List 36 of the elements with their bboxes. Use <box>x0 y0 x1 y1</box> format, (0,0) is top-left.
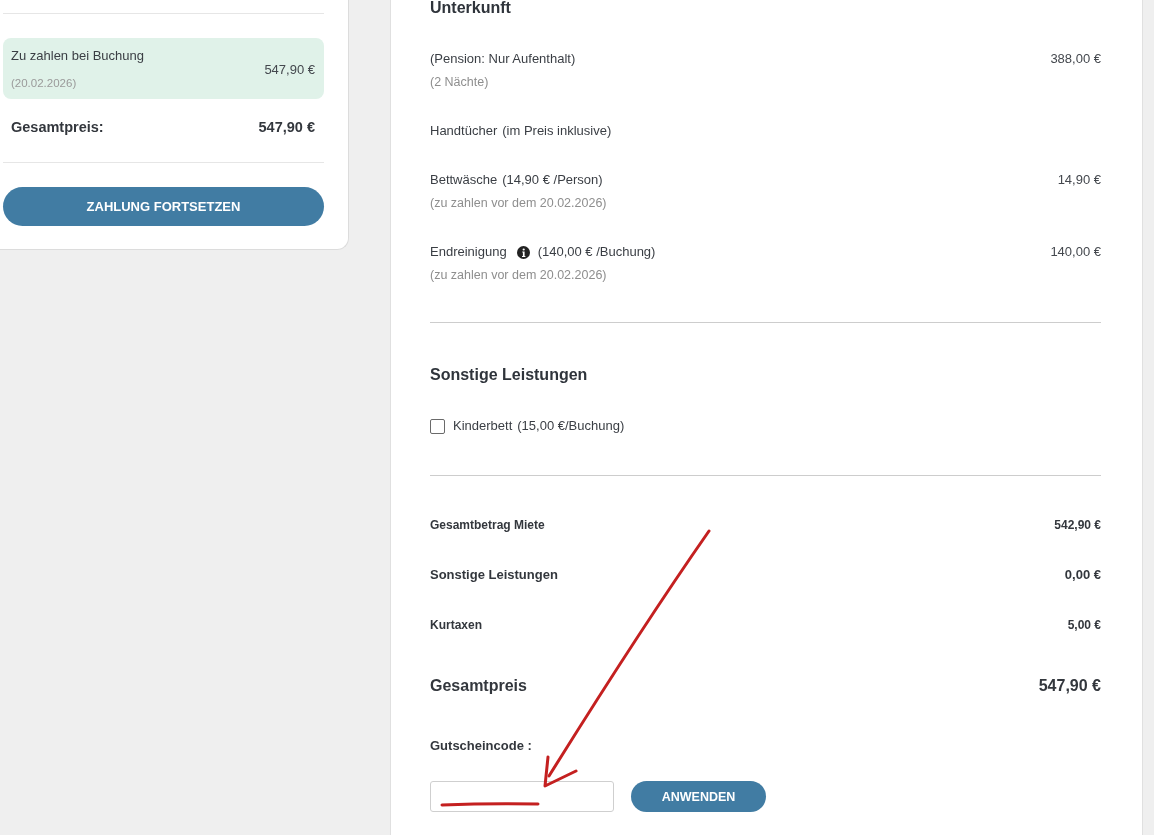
item-amount: 388,00 € <box>1050 50 1101 68</box>
item-rate: (140,00 € /Buchung) <box>537 243 656 261</box>
item-note: (zu zahlen vor dem 20.02.2026) <box>430 267 607 284</box>
due-amount: 547,90 € <box>264 60 315 79</box>
item-name: (Pension: Nur Aufenthalt) <box>430 50 576 68</box>
item-name: Bettwäsche <box>430 171 498 189</box>
section-heading: Unterkunft <box>430 0 511 18</box>
total-amount: 547,90 € <box>258 118 315 137</box>
total-label: Gesamtpreis <box>430 676 527 696</box>
item-amount: 14,90 € <box>1057 171 1101 189</box>
item-name: Handtücher <box>430 122 498 140</box>
total-label: Gesamtpreis: <box>11 118 104 137</box>
option-rate: (15,00 €/Buchung) <box>517 417 625 435</box>
total-amount: 542,90 € <box>1054 517 1101 534</box>
item-rate: (im Preis inklusive) <box>502 122 612 140</box>
item-note: (zu zahlen vor dem 20.02.2026) <box>430 195 607 212</box>
continue-payment-button[interactable]: ZAHLUNG FORTSETZEN <box>3 187 324 226</box>
option-label: Kinderbett <box>453 417 513 435</box>
total-amount: 547,90 € <box>1038 676 1101 696</box>
item-amount: 140,00 € <box>1050 243 1101 261</box>
total-label: Sonstige Leistungen <box>430 566 558 584</box>
due-label: Zu zahlen bei Buchung <box>11 47 144 65</box>
checkbox[interactable] <box>430 418 445 434</box>
due-date: (20.02.2026) <box>11 76 77 91</box>
apply-button[interactable]: ANWENDEN <box>631 781 766 812</box>
total-amount: 5,00 € <box>1067 617 1101 634</box>
item-note: (2 Nächte) <box>430 74 489 91</box>
voucher-label: Gutscheincode : <box>430 737 532 755</box>
item-name: Endreinigung <box>430 243 507 261</box>
info-icon[interactable] <box>516 245 530 259</box>
section-heading: Sonstige Leistungen <box>430 365 588 385</box>
item-rate: (14,90 € /Person) <box>502 171 603 189</box>
total-label: Gesamtbetrag Miete <box>430 517 545 534</box>
total-label: Kurtaxen <box>430 617 482 634</box>
voucher-input-field[interactable] <box>430 781 614 812</box>
total-amount: 0,00 € <box>1064 566 1101 584</box>
